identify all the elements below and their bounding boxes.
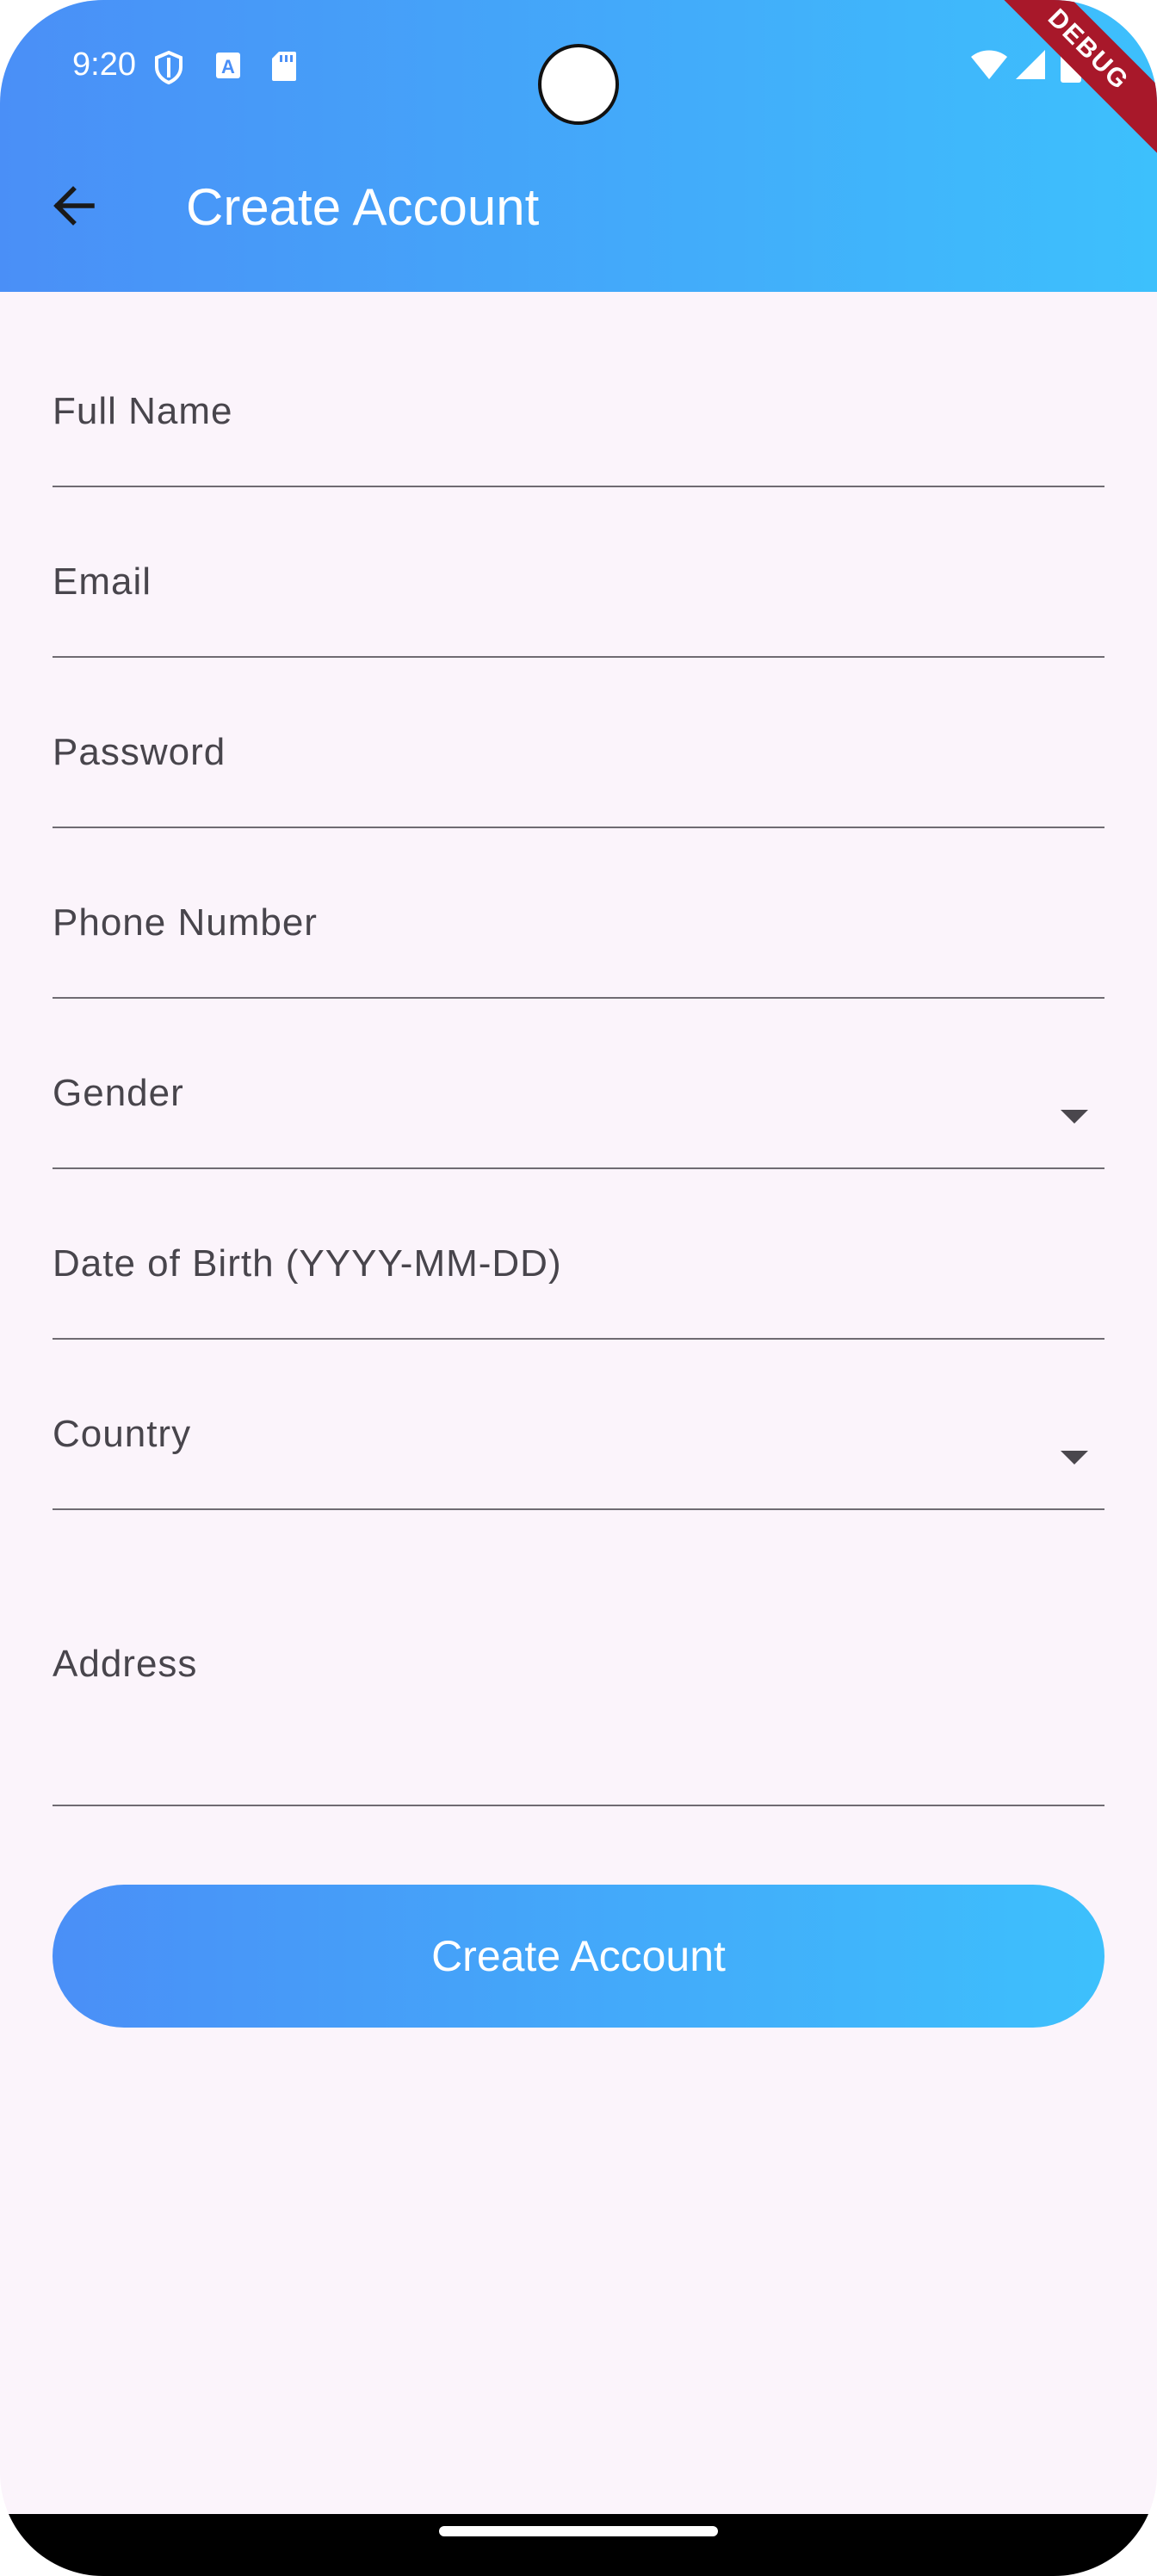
country-label: Country	[53, 1413, 192, 1455]
app-header: 9:20 A DEBUG Create Account	[0, 0, 1157, 292]
email-label: Email	[53, 560, 152, 603]
shield-icon	[153, 50, 184, 89]
date-of-birth-label: Date of Birth (YYYY-MM-DD)	[53, 1242, 562, 1285]
password-field[interactable]: Password	[53, 720, 1104, 828]
gender-label: Gender	[53, 1072, 184, 1114]
full-name-label: Full Name	[53, 390, 233, 432]
system-nav-bar	[0, 2514, 1157, 2576]
create-account-button-label: Create Account	[431, 1932, 726, 1980]
country-dropdown[interactable]: Country	[53, 1402, 1104, 1510]
page-title: Create Account	[186, 178, 540, 236]
status-time: 9:20	[72, 46, 136, 83]
svg-text:A: A	[221, 56, 235, 77]
wifi-icon	[969, 48, 1009, 85]
full-name-field[interactable]: Full Name	[53, 379, 1104, 487]
date-of-birth-field[interactable]: Date of Birth (YYYY-MM-DD)	[53, 1231, 1104, 1340]
phone-number-label: Phone Number	[53, 901, 318, 944]
signal-icon	[1014, 48, 1047, 85]
home-indicator[interactable]	[439, 2526, 718, 2536]
email-field[interactable]: Email	[53, 549, 1104, 658]
address-label: Address	[53, 1643, 198, 1685]
chevron-down-icon	[1060, 1109, 1089, 1129]
password-label: Password	[53, 731, 226, 773]
a-box-icon: A	[213, 50, 243, 85]
sd-card-icon	[270, 50, 298, 87]
address-field[interactable]: Address	[53, 1595, 1104, 1806]
gender-dropdown[interactable]: Gender	[53, 1061, 1104, 1169]
create-account-button[interactable]: Create Account	[53, 1885, 1104, 2028]
arrow-left-icon	[51, 185, 96, 231]
phone-number-field[interactable]: Phone Number	[53, 890, 1104, 999]
chevron-down-icon	[1060, 1450, 1089, 1470]
phone-screen: 9:20 A DEBUG Create Account Full Name Em…	[0, 0, 1157, 2576]
front-camera	[538, 44, 619, 125]
back-button[interactable]	[43, 177, 103, 238]
